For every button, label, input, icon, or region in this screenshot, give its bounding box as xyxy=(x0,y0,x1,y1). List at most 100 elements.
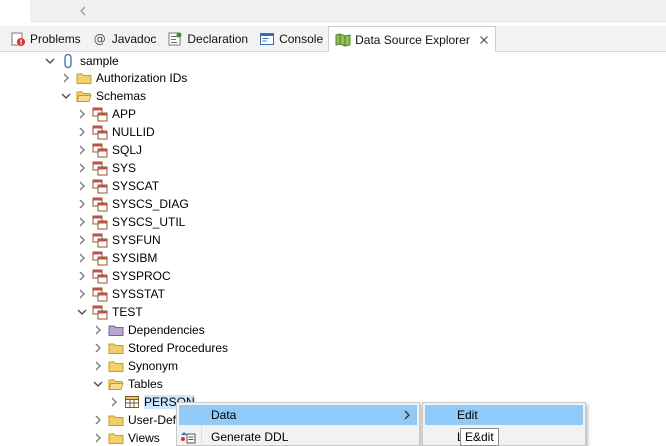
tab-label: Declaration xyxy=(187,31,249,46)
tree-node-schema[interactable]: SYSSTAT xyxy=(76,285,165,303)
chevron-right-icon[interactable] xyxy=(92,432,104,444)
tree-node-dependencies[interactable]: Dependencies xyxy=(92,321,205,339)
close-icon[interactable] xyxy=(478,34,490,46)
tab-label: Data Source Explorer xyxy=(355,32,470,47)
scroll-left-arrow-icon[interactable] xyxy=(76,4,90,18)
folder-open-icon xyxy=(108,376,124,392)
tree-node-schema[interactable]: SYSIBM xyxy=(76,249,157,267)
tree-node-schema[interactable]: SYSCS_DIAG xyxy=(76,195,189,213)
submenu-item-load[interactable]: L xyxy=(425,427,583,446)
problems-icon xyxy=(10,31,26,47)
console-icon xyxy=(259,31,275,47)
tree-node-label: SYSCS_UTIL xyxy=(112,215,186,229)
schema-icon xyxy=(92,268,108,284)
tree-node-schema[interactable]: SYSCAT xyxy=(76,177,159,195)
chevron-right-icon[interactable] xyxy=(92,324,104,336)
tree-node-synonym[interactable]: Synonym xyxy=(92,357,178,375)
schema-icon xyxy=(92,196,108,212)
chevron-right-icon[interactable] xyxy=(76,126,88,138)
chevron-down-icon[interactable] xyxy=(60,90,72,102)
chevron-right-icon[interactable] xyxy=(92,414,104,426)
tree-node-schema[interactable]: SYSFUN xyxy=(76,231,161,249)
menu-item-label: Edit xyxy=(457,408,478,422)
tree-node-label: Views xyxy=(128,431,160,445)
chevron-right-icon[interactable] xyxy=(76,144,88,156)
tab-data-source-explorer[interactable]: Data Source Explorer xyxy=(328,26,496,52)
tab-label: Console xyxy=(279,31,324,46)
declaration-icon xyxy=(167,31,183,47)
tree-node-label: sample xyxy=(80,54,119,68)
tree-node-schema[interactable]: SYSPROC xyxy=(76,267,171,285)
tree-node-label: SYSIBM xyxy=(112,251,158,265)
chevron-right-icon[interactable] xyxy=(76,234,88,246)
tree-node-schema[interactable]: NULLID xyxy=(76,123,155,141)
chevron-right-icon[interactable] xyxy=(92,342,104,354)
chevron-right-icon[interactable] xyxy=(76,198,88,210)
tree-node-schema[interactable]: SYS xyxy=(76,159,136,177)
dependencies-folder-icon xyxy=(108,322,124,338)
chevron-right-icon[interactable] xyxy=(76,270,88,282)
tab-console[interactable]: Console xyxy=(253,26,328,51)
submenu-item-edit[interactable]: Edit xyxy=(425,405,583,425)
tree-node-label: SYSPROC xyxy=(112,269,171,283)
tree-node-schemas[interactable]: Schemas xyxy=(60,87,146,105)
tree-node-schema[interactable]: APP xyxy=(76,105,136,123)
folder-icon xyxy=(76,70,92,86)
schema-icon xyxy=(92,250,108,266)
tree-node-stored-procedures[interactable]: Stored Procedures xyxy=(92,339,228,357)
generate-ddl-icon xyxy=(181,432,196,444)
tree-node-label: Synonym xyxy=(128,359,179,373)
chevron-right-icon[interactable] xyxy=(76,216,88,228)
chevron-down-icon[interactable] xyxy=(92,378,104,390)
tree-node-label: SYS xyxy=(112,161,137,175)
tree-node-label: NULLID xyxy=(112,125,155,139)
chevron-right-icon[interactable] xyxy=(92,360,104,372)
folder-icon xyxy=(108,412,124,428)
menu-tooltip: E&dit xyxy=(460,428,499,446)
tree-node-label: Authorization IDs xyxy=(96,71,188,85)
table-icon xyxy=(124,394,140,410)
menu-item-data[interactable]: Data xyxy=(179,405,417,425)
tree-node-label: SQLJ xyxy=(112,143,143,157)
menu-item-generate-ddl[interactable]: Generate DDL xyxy=(179,427,417,446)
tree-node-label: Tables xyxy=(128,377,163,391)
tree-node-label: SYSCAT xyxy=(112,179,160,193)
schema-icon xyxy=(92,286,108,302)
tree-node-tables[interactable]: Tables xyxy=(92,375,163,393)
tree-node-schema[interactable]: SYSCS_UTIL xyxy=(76,213,185,231)
tab-declaration[interactable]: Declaration xyxy=(161,26,253,51)
chevron-right-icon[interactable] xyxy=(76,108,88,120)
schema-icon xyxy=(92,106,108,122)
tree-node-views[interactable]: Views xyxy=(92,429,160,446)
tree-node-label: SYSSTAT xyxy=(112,287,165,301)
scrollbar-track[interactable] xyxy=(30,0,666,22)
tree-node-sample[interactable]: sample xyxy=(44,52,119,70)
chevron-right-icon[interactable] xyxy=(108,396,120,408)
data-submenu: Edit L xyxy=(422,402,586,446)
schema-icon xyxy=(92,178,108,194)
tree-node-label: Schemas xyxy=(96,89,147,103)
tab-problems[interactable]: Problems xyxy=(4,26,86,51)
chevron-down-icon[interactable] xyxy=(76,306,88,318)
chevron-right-icon[interactable] xyxy=(76,180,88,192)
tree-node-schema-test[interactable]: TEST xyxy=(76,303,143,321)
submenu-arrow-icon xyxy=(404,410,410,420)
tree-node-label: APP xyxy=(112,107,137,121)
data-source-explorer-icon xyxy=(335,32,351,48)
chevron-right-icon[interactable] xyxy=(76,162,88,174)
tree-node-label: SYSFUN xyxy=(112,233,161,247)
tree-node-authorization-ids[interactable]: Authorization IDs xyxy=(60,69,187,87)
schema-icon xyxy=(92,304,108,320)
chevron-down-icon[interactable] xyxy=(44,55,56,67)
context-menu: Data Generate DDL xyxy=(176,402,420,446)
chevron-right-icon[interactable] xyxy=(60,72,72,84)
menu-item-label: Generate DDL xyxy=(211,430,289,444)
tab-javadoc[interactable]: @ Javadoc xyxy=(86,26,162,51)
tree-node-label: SYSCS_DIAG xyxy=(112,197,189,211)
javadoc-icon: @ xyxy=(93,31,106,46)
tree-node-user-defined[interactable]: User-Def xyxy=(92,411,176,429)
chevron-right-icon[interactable] xyxy=(76,288,88,300)
horizontal-scroll-strip xyxy=(0,0,666,26)
chevron-right-icon[interactable] xyxy=(76,252,88,264)
tree-node-schema[interactable]: SQLJ xyxy=(76,141,142,159)
